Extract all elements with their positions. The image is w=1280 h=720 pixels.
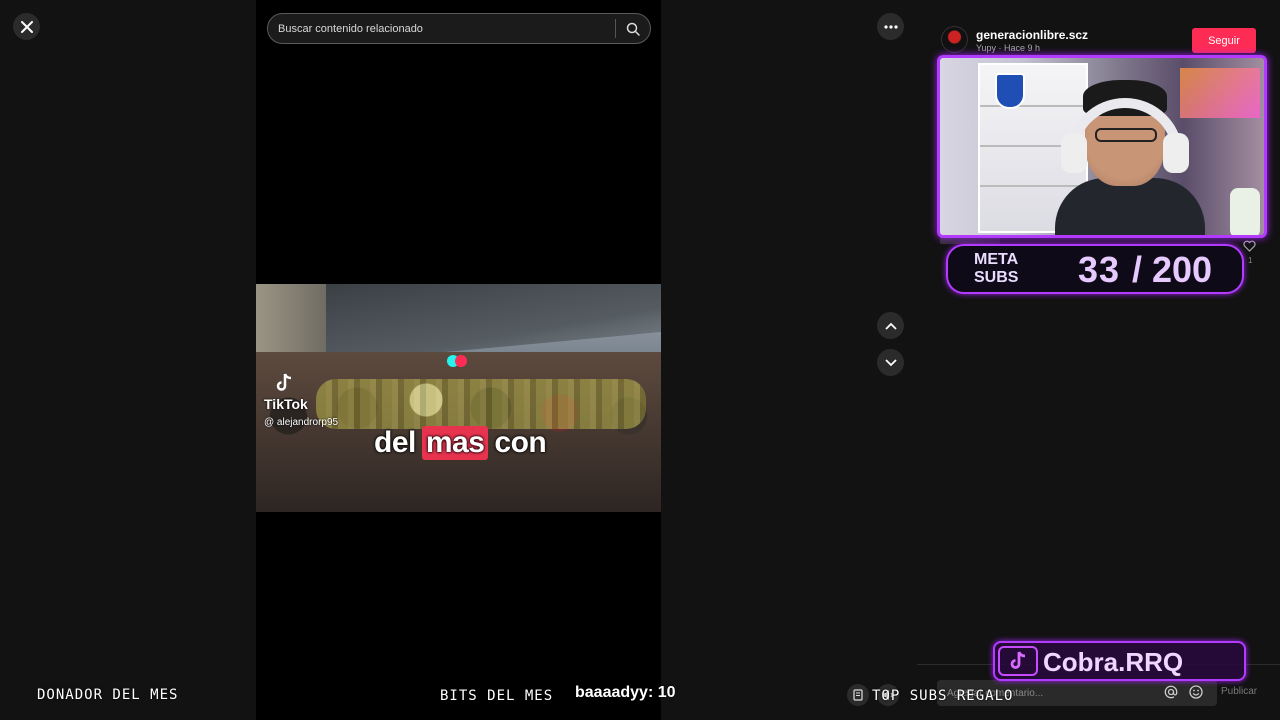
chevron-up-icon — [884, 322, 897, 330]
watermark-handle: @ alejandrorp95 — [264, 417, 339, 428]
top-gifted-subs-label: TOP SUBS REGALO — [872, 688, 1014, 704]
emoji-icon[interactable] — [1189, 685, 1203, 699]
close-button[interactable] — [13, 13, 40, 40]
previous-video-button[interactable] — [877, 312, 904, 339]
next-video-button[interactable] — [877, 349, 904, 376]
tiktok-loading-dots — [447, 355, 471, 367]
stream-webcam-overlay — [937, 55, 1267, 238]
related-search-bar — [267, 13, 651, 44]
video-garlands — [316, 379, 646, 429]
tiktok-logo-icon — [276, 373, 292, 391]
chevron-down-icon — [884, 358, 897, 366]
heart-icon[interactable] — [1243, 240, 1256, 252]
watermark-brand: TikTok — [264, 396, 308, 412]
video-frame[interactable]: TikTok @ alejandrorp95 del mas con — [256, 284, 661, 512]
tiktok-video-viewer: TikTok @ alejandrorp95 del mas con gener… — [0, 0, 1280, 720]
caption-word-1: del — [374, 426, 416, 459]
search-button[interactable] — [616, 14, 650, 43]
sub-goal-current: 33 — [1078, 249, 1121, 290]
video-caption: del mas con — [374, 426, 547, 460]
sub-goal-label: META SUBS — [974, 251, 1019, 286]
sub-goal-total: / 200 — [1132, 249, 1213, 290]
caption-word-2-highlight: mas — [421, 426, 489, 460]
close-icon — [20, 20, 33, 33]
more-options-button[interactable] — [877, 13, 904, 40]
author-name[interactable]: generacionlibre.scz — [976, 28, 1088, 42]
sub-goal-overlay: META SUBS 33 / 200 — [946, 244, 1244, 294]
follow-button[interactable]: Seguir — [1192, 28, 1256, 53]
tiktok-watermark: TikTok — [264, 372, 308, 412]
mention-icon[interactable] — [1164, 685, 1178, 699]
more-icon — [883, 24, 898, 29]
tiktok-logo-icon — [998, 646, 1038, 676]
report-icon — [853, 689, 863, 701]
comment-like-count: 1 — [1248, 256, 1253, 265]
publish-button[interactable]: Publicar — [1221, 686, 1257, 697]
avatar[interactable] — [941, 26, 968, 53]
channel-name-overlay: Cobra.RRQ — [993, 641, 1246, 681]
bits-of-month-value: baaaadyy: 10 — [575, 684, 676, 701]
webcam-lamp — [1230, 188, 1260, 235]
channel-name: Cobra.RRQ — [1043, 647, 1184, 677]
search-input[interactable] — [268, 22, 615, 35]
report-button[interactable] — [847, 684, 869, 706]
donor-of-month-label: DONADOR DEL MES — [37, 687, 179, 703]
webcam-streamer — [1055, 78, 1205, 235]
caption-word-3: con — [494, 426, 547, 459]
bits-of-month-label: BITS DEL MES — [440, 688, 554, 704]
author-subline: Yupy · Hace 9 h — [976, 43, 1041, 53]
webcam-team-badge — [995, 73, 1025, 109]
search-icon — [626, 22, 640, 36]
